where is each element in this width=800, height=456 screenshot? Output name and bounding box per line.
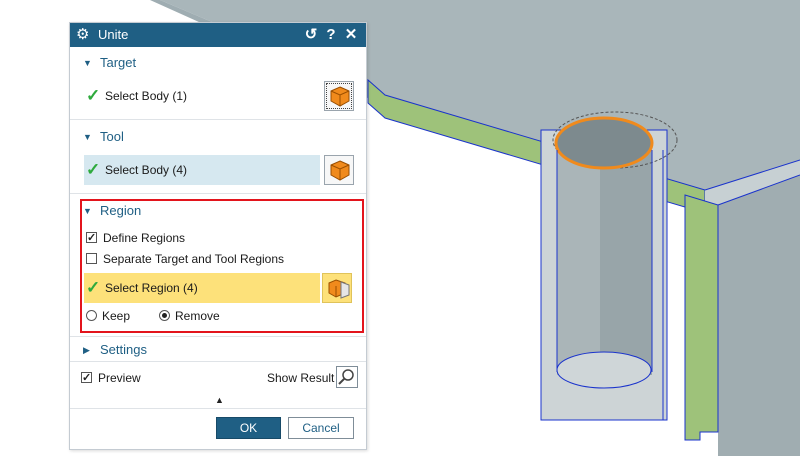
dialog-title: Unite (98, 27, 129, 42)
divider (70, 119, 366, 120)
checkmark-icon: ✓ (87, 232, 97, 244)
section-wall-green (684, 194, 719, 441)
radio-dot (162, 313, 167, 318)
chevron-down-icon: ▼ (83, 58, 92, 68)
checkmark-icon: ✓ (82, 372, 92, 384)
collapse-arrow-icon[interactable]: ▲ (215, 395, 224, 405)
divider (70, 408, 366, 409)
section-target-header[interactable]: ▼ Target (70, 52, 366, 74)
solid-body-icon (330, 160, 350, 181)
divider (70, 361, 366, 362)
region-select-button[interactable] (322, 273, 352, 303)
checkbox-box: ✓ (81, 372, 92, 384)
solid-body-icon (330, 86, 350, 107)
cancel-button[interactable]: Cancel (288, 417, 354, 439)
section-tool-header[interactable]: ▼ Tool (70, 126, 366, 148)
target-select-body-button[interactable] (324, 81, 354, 111)
block-side-face (718, 175, 800, 456)
checkbox-box: ✓ (86, 232, 97, 244)
show-result-button[interactable] (336, 366, 358, 388)
section-settings-header[interactable]: ▶ Settings (70, 339, 366, 361)
region-body-icon (328, 279, 350, 299)
unite-dialog: ⚙ Unite ↺ ? ✕ ▼ Target ✓ Select Body (1)… (69, 22, 367, 450)
keep-label: Keep (102, 309, 131, 323)
checkbox-box (86, 253, 97, 264)
hole-rim-orange (554, 116, 654, 170)
remove-label: Remove (175, 309, 220, 323)
section-target-label: Target (100, 55, 137, 70)
tool-select-body-button[interactable] (324, 155, 354, 185)
divider (70, 336, 366, 337)
checkmark-icon: ✓ (86, 160, 101, 179)
section-tool-label: Tool (100, 129, 124, 144)
ok-button[interactable]: OK (216, 417, 281, 439)
target-select-body-label: Select Body (1) (105, 89, 188, 103)
reset-button[interactable]: ↺ (302, 23, 320, 47)
chevron-right-icon: ▶ (83, 345, 90, 355)
section-settings-label: Settings (100, 342, 147, 357)
close-button[interactable]: ✕ (342, 23, 360, 47)
checkmark-icon: ✓ (86, 86, 101, 105)
tool-select-body-label: Select Body (4) (105, 163, 188, 177)
tool-select-body-row[interactable]: ✓ Select Body (4) (84, 155, 320, 185)
help-button[interactable]: ? (322, 23, 340, 47)
boss-inner-shadow (600, 150, 652, 375)
radio-circle (159, 310, 170, 321)
chevron-down-icon: ▼ (83, 132, 92, 142)
region-select-label: Select Region (4) (105, 281, 198, 295)
dialog-titlebar[interactable]: ⚙ Unite ↺ ? ✕ (70, 23, 366, 47)
section-region-label: Region (100, 203, 142, 218)
preview-label: Preview (98, 371, 141, 385)
hole-bottom (556, 351, 652, 389)
magnifier-icon (338, 369, 354, 385)
show-result-label: Show Result (267, 371, 335, 385)
separate-regions-label: Separate Target and Tool Regions (103, 252, 285, 266)
checkmark-icon: ✓ (86, 278, 101, 297)
chevron-down-icon: ▼ (83, 206, 92, 216)
radio-circle (86, 310, 97, 321)
section-region-header[interactable]: ▼ Region (70, 200, 366, 222)
target-select-body-row[interactable]: ✓ Select Body (1) (84, 81, 320, 111)
define-regions-label: Define Regions (103, 231, 186, 245)
region-select-row[interactable]: ✓ Select Region (4) (84, 273, 320, 303)
gear-icon: ⚙ (76, 26, 90, 43)
divider (70, 193, 366, 194)
